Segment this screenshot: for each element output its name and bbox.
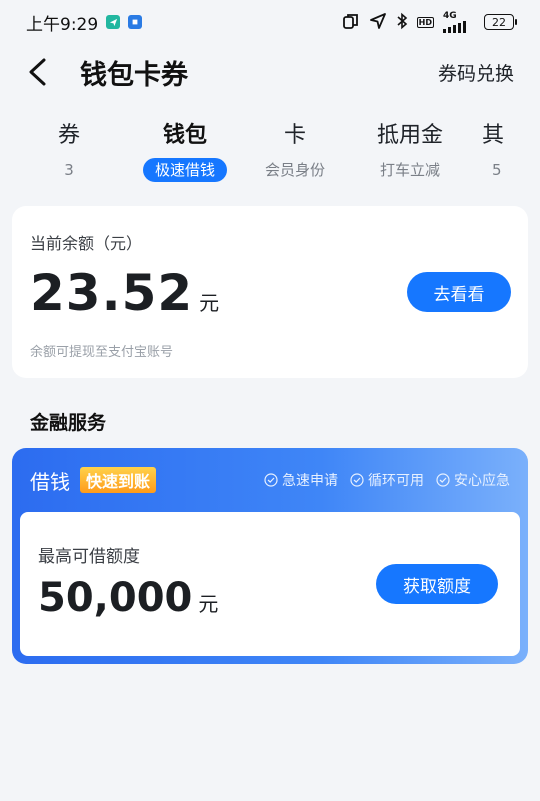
check-circle-icon xyxy=(436,473,450,487)
hd-badge: HD xyxy=(416,16,434,28)
feature-item: 急速申请 xyxy=(264,470,338,490)
status-right: HD 4G 22 xyxy=(342,10,517,33)
page-title: 钱包卡券 xyxy=(80,59,188,91)
tab-title: 钱包 xyxy=(162,123,207,148)
redeem-code-link[interactable]: 券码兑换 xyxy=(438,59,514,86)
tab-title: 券 xyxy=(57,123,80,148)
tab-title: 其 xyxy=(482,123,505,148)
tab-title: 卡 xyxy=(283,123,306,148)
status-left: 上午9:29 xyxy=(26,10,143,35)
balance-card: 当前余额（元） 23.52 元 去看看 余额可提现至支付宝账号 xyxy=(12,206,528,378)
limit-amount: 50,000 xyxy=(38,575,193,621)
tab-subtitle: 打车立减 xyxy=(379,161,440,179)
balance-unit: 元 xyxy=(199,291,220,315)
app-notification-icon xyxy=(106,15,121,29)
tab-other[interactable]: 其 5 xyxy=(482,118,522,188)
balance-note: 余额可提现至支付宝账号 xyxy=(30,345,174,360)
loan-card[interactable]: 借钱 快速到账 急速申请 循环可用 安心应急 最高可借额度 50,000 元 获… xyxy=(12,448,528,664)
status-time: 上午9:29 xyxy=(26,14,99,35)
tab-title: 抵用金 xyxy=(376,123,443,148)
fast-arrival-badge: 快速到账 xyxy=(80,467,157,493)
tab-cards[interactable]: 卡 会员身份 xyxy=(232,118,358,188)
section-title: 金融服务 xyxy=(30,412,107,434)
feature-label: 循环可用 xyxy=(368,473,424,489)
feature-item: 安心应急 xyxy=(436,470,510,490)
check-circle-icon xyxy=(264,473,278,487)
balance-label: 当前余额（元） xyxy=(30,234,143,253)
get-limit-button[interactable]: 获取额度 xyxy=(376,564,498,604)
battery-icon: 22 xyxy=(484,14,517,30)
location-icon xyxy=(369,12,387,33)
signal-icon: 4G xyxy=(443,10,475,33)
limit-unit: 元 xyxy=(198,592,219,616)
loan-card-header: 借钱 快速到账 急速申请 循环可用 安心应急 xyxy=(12,448,528,512)
loan-title: 借钱 xyxy=(30,469,70,494)
tab-bar: 券 3 钱包 极速借钱 卡 会员身份 抵用金 打车立减 其 5 xyxy=(0,118,540,188)
loan-limit-panel: 最高可借额度 50,000 元 获取额度 xyxy=(20,512,520,656)
view-balance-button[interactable]: 去看看 xyxy=(407,272,511,312)
back-arrow-icon xyxy=(29,58,46,86)
status-bar: 上午9:29 HD 4G 22 xyxy=(0,0,540,44)
tab-coupons[interactable]: 券 3 xyxy=(0,118,138,188)
bluetooth-icon xyxy=(396,12,408,33)
tab-vouchers[interactable]: 抵用金 打车立减 xyxy=(358,118,462,188)
network-type: 4G xyxy=(443,10,457,21)
check-circle-icon xyxy=(350,473,364,487)
app-notification-icon-2 xyxy=(128,15,143,29)
tab-subtitle: 5 xyxy=(492,161,502,179)
battery-level: 22 xyxy=(492,15,506,29)
back-button[interactable] xyxy=(26,52,66,92)
tab-subtitle: 3 xyxy=(64,161,74,179)
feature-list: 急速申请 循环可用 安心应急 xyxy=(264,470,510,490)
feature-label: 急速申请 xyxy=(282,473,338,489)
balance-amount: 23.52 xyxy=(30,264,194,322)
screen-mirror-icon xyxy=(342,12,360,33)
tab-subtitle: 极速借钱 xyxy=(142,158,227,182)
feature-label: 安心应急 xyxy=(454,473,510,489)
tab-subtitle: 会员身份 xyxy=(264,161,325,179)
tab-wallet[interactable]: 钱包 极速借钱 xyxy=(138,118,232,188)
header: 钱包卡券 券码兑换 xyxy=(0,44,540,100)
feature-item: 循环可用 xyxy=(350,470,424,490)
